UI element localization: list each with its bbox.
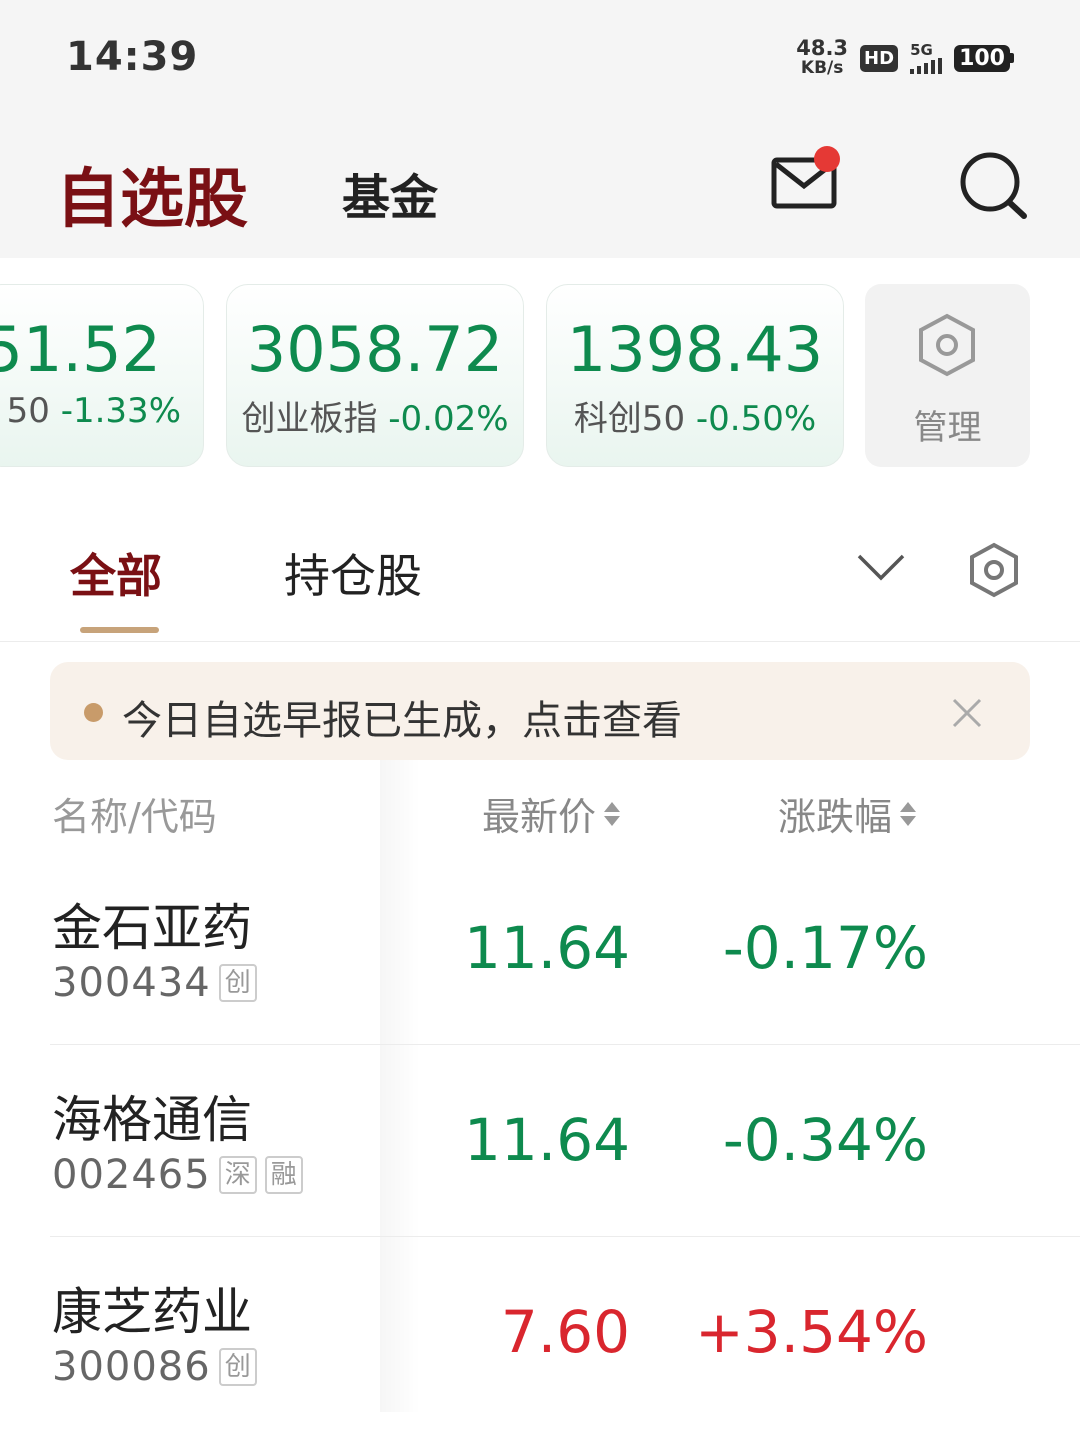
- list-settings-icon[interactable]: [968, 542, 1020, 598]
- tab-funds[interactable]: 基金: [342, 158, 438, 228]
- stock-row[interactable]: 康芝药业 300086 创 7.60 +3.54%: [0, 1246, 1080, 1438]
- stock-code: 300086: [52, 1344, 211, 1390]
- index-change: -0.50%: [695, 399, 817, 439]
- index-value: 451.52: [0, 313, 161, 386]
- chevron-down-icon[interactable]: [856, 552, 906, 582]
- column-header-name: 名称/代码: [52, 795, 217, 839]
- network-type: 5G: [910, 40, 933, 59]
- row-divider: [50, 1044, 1080, 1045]
- stock-price: 7.60: [500, 1298, 630, 1366]
- divider: [0, 641, 1080, 642]
- market-tag: 深: [218, 1156, 257, 1194]
- signal-icon: 5G: [910, 40, 943, 74]
- stock-price: 11.64: [463, 914, 630, 982]
- subtab-holdings[interactable]: 持仓股: [284, 540, 422, 606]
- battery-icon: 100: [954, 44, 1014, 72]
- index-value: 3058.72: [246, 313, 504, 386]
- stock-row[interactable]: 金石亚药 300434 创 11.64 -0.17%: [0, 862, 1080, 1054]
- margin-tag: 融: [264, 1156, 303, 1194]
- stock-change: -0.17%: [722, 914, 928, 982]
- stock-change: +3.54%: [695, 1298, 928, 1366]
- stock-row[interactable]: 海格通信 002465 深 融 11.64 -0.34%: [0, 1054, 1080, 1246]
- sort-icon: [900, 801, 917, 826]
- stock-code: 002465: [52, 1152, 211, 1198]
- index-name: 科创50: [573, 399, 686, 439]
- index-change: -0.02%: [388, 399, 509, 439]
- index-sub: 创业板指 -0.02%: [227, 391, 523, 440]
- stock-code-group: 300434 创: [52, 960, 257, 1006]
- status-indicators: 48.3 KB/s HD 5G 100: [796, 36, 1014, 80]
- battery-level: 100: [954, 44, 1010, 72]
- notification-dot: [814, 146, 840, 172]
- index-sub: 科创50 -0.50%: [547, 391, 843, 440]
- column-header-change-label: 涨跌幅: [778, 795, 893, 839]
- network-speed-unit: KB/s: [800, 58, 844, 78]
- banner-text: 今日自选早报已生成，点击查看: [122, 698, 682, 744]
- active-tab-indicator: [80, 627, 159, 633]
- subtab-all[interactable]: 全部: [70, 540, 162, 606]
- close-icon[interactable]: [950, 696, 984, 730]
- market-tag: 创: [218, 964, 257, 1002]
- hd-icon: HD: [860, 44, 899, 72]
- stock-code: 300434: [52, 960, 211, 1006]
- market-tag: 创: [218, 1348, 257, 1386]
- column-header-price[interactable]: 最新价: [482, 786, 621, 841]
- index-change: -1.33%: [60, 391, 181, 431]
- daily-report-banner[interactable]: 今日自选早报已生成，点击查看: [50, 662, 1030, 760]
- index-card-1[interactable]: 451.52 50 -1.33%: [0, 284, 204, 467]
- network-speed: 48.3 KB/s: [796, 36, 849, 79]
- network-speed-value: 48.3: [796, 36, 849, 60]
- stock-price: 11.64: [463, 1106, 630, 1174]
- row-divider: [50, 1236, 1080, 1237]
- index-sub: 50 -1.33%: [7, 391, 181, 431]
- signal-bars: [910, 57, 943, 74]
- banner-dot: [84, 703, 103, 722]
- stock-change: -0.34%: [722, 1106, 928, 1174]
- sort-icon: [604, 801, 621, 826]
- settings-hex-icon: [919, 313, 975, 377]
- stock-name: 海格通信: [52, 1091, 252, 1149]
- stock-code-group: 002465 深 融: [52, 1152, 303, 1198]
- stock-name: 康芝药业: [52, 1283, 252, 1341]
- index-value: 1398.43: [566, 313, 824, 386]
- search-icon[interactable]: [958, 150, 1030, 222]
- status-time: 14:39: [66, 34, 199, 80]
- index-name: 创业板指: [241, 399, 378, 439]
- column-header-change[interactable]: 涨跌幅: [778, 786, 917, 841]
- index-name: 50: [6, 391, 50, 431]
- index-card-chinext[interactable]: 3058.72 创业板指 -0.02%: [226, 284, 524, 467]
- stock-code-group: 300086 创: [52, 1344, 257, 1390]
- stock-name: 金石亚药: [52, 899, 252, 957]
- index-card-star50[interactable]: 1398.43 科创50 -0.50%: [546, 284, 844, 467]
- column-header-price-label: 最新价: [482, 795, 597, 839]
- tab-watchlist[interactable]: 自选股: [56, 148, 248, 240]
- manage-label: 管理: [913, 408, 982, 448]
